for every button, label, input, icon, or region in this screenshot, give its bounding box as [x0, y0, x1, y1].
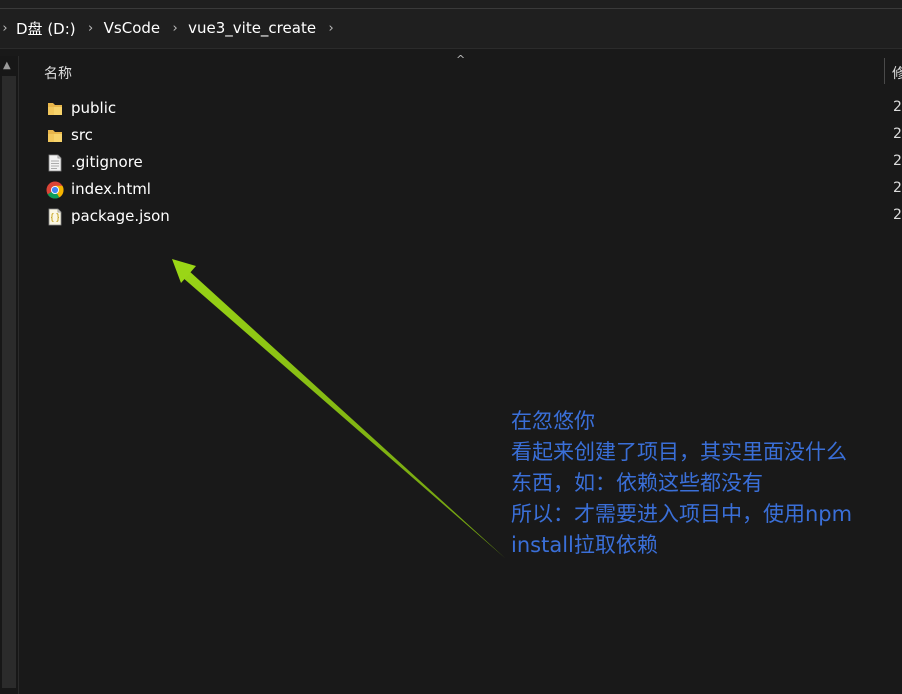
breadcrumb-item-vscode[interactable]: VsCode	[100, 19, 164, 37]
file-name: package.json	[71, 207, 170, 225]
file-list: public 2 src 2 .gitignore 2 index.html 2…	[20, 96, 902, 231]
list-item[interactable]: .gitignore 2	[20, 150, 902, 177]
file-date: 2	[893, 99, 902, 115]
file-date: 2	[893, 153, 902, 169]
annotation-note: 在忽悠你 看起来创建了项目，其实里面没什么 东西，如：依赖这些都没有 所以：才需…	[511, 406, 901, 561]
list-item[interactable]: index.html 2	[20, 177, 902, 204]
annotation-line: install拉取依赖	[511, 533, 658, 557]
list-item[interactable]: package.json 2	[20, 204, 902, 231]
column-header-modified[interactable]: 修	[892, 63, 902, 83]
breadcrumb: › D盘 (D:) › VsCode › vue3_vite_create ›	[0, 9, 340, 47]
column-header-row: 名称 ^ 修	[20, 53, 902, 88]
text-file-icon	[48, 154, 62, 172]
file-date: 2	[893, 207, 902, 223]
file-date: 2	[893, 180, 902, 196]
breadcrumb-item-drive[interactable]: D盘 (D:)	[12, 18, 80, 39]
file-date: 2	[893, 126, 902, 142]
column-divider[interactable]	[884, 58, 885, 84]
navigation-pane-scrollbar[interactable]: ▲	[0, 56, 19, 694]
file-name: public	[71, 99, 117, 117]
folder-icon	[48, 103, 62, 115]
chevron-right-icon[interactable]: ›	[84, 21, 98, 36]
folder-icon	[48, 130, 62, 142]
annotation-line: 东西，如：依赖这些都没有	[511, 471, 763, 495]
file-name: index.html	[71, 180, 151, 198]
annotation-line: 在忽悠你	[511, 409, 595, 433]
file-name: src	[71, 126, 93, 144]
chevron-right-icon[interactable]: ›	[0, 21, 10, 36]
sort-ascending-icon: ^	[456, 53, 466, 66]
breadcrumb-item-project[interactable]: vue3_vite_create	[184, 19, 320, 37]
json-file-icon	[48, 208, 62, 226]
list-item[interactable]: public 2	[20, 96, 902, 123]
chevron-right-icon[interactable]: ›	[168, 21, 182, 36]
annotation-line: 看起来创建了项目，其实里面没什么	[511, 440, 847, 464]
scroll-up-icon[interactable]: ▲	[3, 60, 11, 71]
list-item[interactable]: src 2	[20, 123, 902, 150]
file-list-pane: 名称 ^ 修 public 2 src 2 .gitignore 2 index…	[20, 53, 902, 694]
scrollbar-thumb[interactable]	[2, 76, 16, 688]
chrome-icon	[46, 181, 64, 199]
file-name: .gitignore	[71, 153, 143, 171]
file-explorer-window: › D盘 (D:) › VsCode › vue3_vite_create › …	[0, 0, 902, 694]
column-header-name[interactable]: 名称	[44, 63, 72, 83]
address-bar[interactable]: › D盘 (D:) › VsCode › vue3_vite_create ›	[0, 0, 902, 49]
annotation-line: 所以：才需要进入项目中，使用npm	[511, 502, 853, 526]
chevron-right-icon[interactable]: ›	[324, 21, 338, 36]
